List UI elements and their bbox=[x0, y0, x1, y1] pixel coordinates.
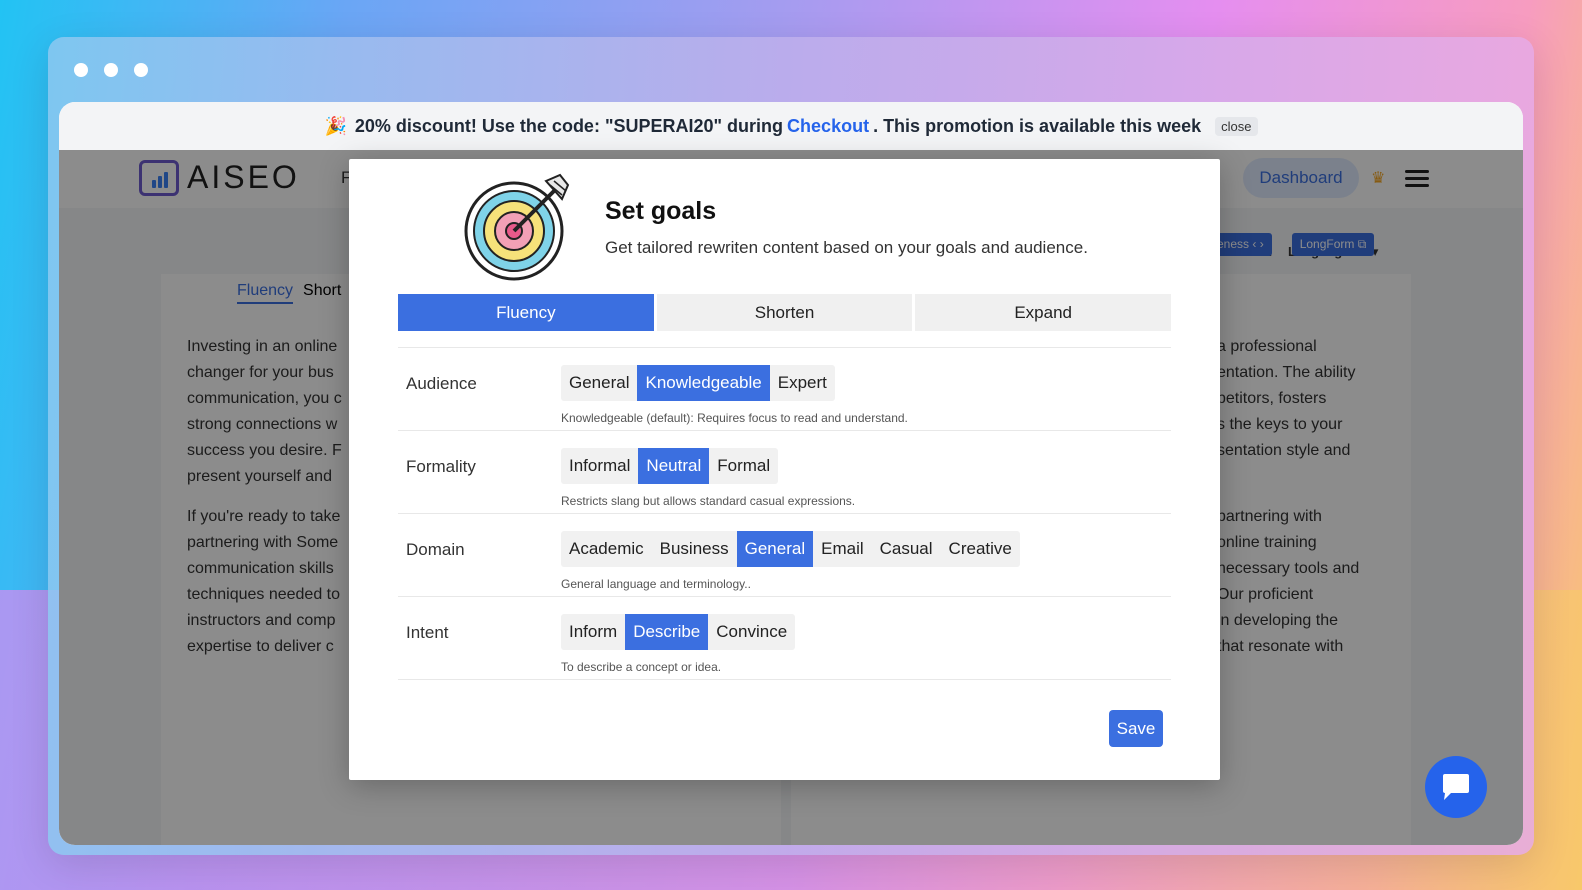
intent-label: Intent bbox=[406, 623, 449, 642]
window-dot-maximize[interactable] bbox=[134, 63, 148, 77]
window-dot-minimize[interactable] bbox=[104, 63, 118, 77]
intent-options: Inform Describe Convince bbox=[561, 614, 796, 650]
tab-shorten[interactable]: Shorten bbox=[656, 294, 913, 331]
formality-row: Formality Informal Neutral Formal Restri… bbox=[398, 430, 1171, 513]
domain-description: General language and terminology.. bbox=[561, 577, 751, 591]
formality-options: Informal Neutral Formal bbox=[561, 448, 779, 484]
party-popper-icon: 🎉 bbox=[324, 115, 347, 136]
window-dot-close[interactable] bbox=[74, 63, 88, 77]
audience-row: Audience General Knowledgeable Expert Kn… bbox=[398, 347, 1171, 430]
audience-label: Audience bbox=[406, 374, 477, 393]
intent-row: Intent Inform Describe Convince To descr… bbox=[398, 596, 1171, 680]
domain-option-casual[interactable]: Casual bbox=[872, 531, 941, 567]
set-goals-modal: Set goals Get tailored rewriten content … bbox=[349, 159, 1220, 780]
audience-option-knowledgeable[interactable]: Knowledgeable bbox=[637, 365, 770, 401]
chat-bubble-icon bbox=[1443, 774, 1469, 800]
tab-expand[interactable]: Expand bbox=[915, 294, 1172, 331]
audience-option-expert[interactable]: Expert bbox=[770, 365, 835, 401]
intent-option-convince[interactable]: Convince bbox=[708, 614, 795, 650]
intent-description: To describe a concept or idea. bbox=[561, 660, 722, 674]
formality-description: Restricts slang but allows standard casu… bbox=[561, 494, 856, 508]
domain-option-general[interactable]: General bbox=[736, 531, 814, 567]
audience-description: Knowledgeable (default): Requires focus … bbox=[561, 411, 908, 425]
formality-label: Formality bbox=[406, 457, 476, 476]
domain-option-creative[interactable]: Creative bbox=[941, 531, 1020, 567]
intent-option-inform[interactable]: Inform bbox=[561, 614, 625, 650]
domain-option-email[interactable]: Email bbox=[813, 531, 872, 567]
domain-option-business[interactable]: Business bbox=[652, 531, 737, 567]
goal-settings: Audience General Knowledgeable Expert Kn… bbox=[398, 347, 1171, 680]
save-button[interactable]: Save bbox=[1109, 710, 1163, 747]
target-arrow-icon bbox=[464, 173, 570, 281]
modal-title: Set goals bbox=[605, 197, 717, 225]
promo-close-button[interactable]: close bbox=[1215, 116, 1258, 136]
chat-button[interactable] bbox=[1425, 756, 1487, 818]
page-viewport: 🎉 20% discount! Use the code: "SUPERAI20… bbox=[59, 102, 1523, 845]
promo-banner: 🎉 20% discount! Use the code: "SUPERAI20… bbox=[59, 102, 1523, 150]
browser-window: 🎉 20% discount! Use the code: "SUPERAI20… bbox=[48, 37, 1534, 855]
domain-label: Domain bbox=[406, 540, 465, 559]
checkout-link[interactable]: Checkout bbox=[787, 116, 869, 137]
formality-option-neutral[interactable]: Neutral bbox=[638, 448, 710, 484]
promo-text-after: . This promotion is available this week bbox=[873, 115, 1202, 136]
tab-fluency[interactable]: Fluency bbox=[398, 294, 654, 331]
formality-option-formal[interactable]: Formal bbox=[709, 448, 778, 484]
promo-text-before: 20% discount! Use the code: "SUPERAI20" … bbox=[354, 115, 784, 136]
domain-row: Domain Academic Business General Email C… bbox=[398, 513, 1171, 596]
audience-option-general[interactable]: General bbox=[561, 365, 637, 401]
modal-subtitle: Get tailored rewriten content based on y… bbox=[605, 238, 1088, 257]
goal-tabs: Fluency Shorten Expand bbox=[398, 294, 1172, 331]
domain-options: Academic Business General Email Casual C… bbox=[561, 531, 1020, 567]
domain-option-academic[interactable]: Academic bbox=[561, 531, 652, 567]
intent-option-describe[interactable]: Describe bbox=[625, 614, 709, 650]
window-controls bbox=[74, 63, 148, 77]
formality-option-informal[interactable]: Informal bbox=[561, 448, 638, 484]
audience-options: General Knowledgeable Expert bbox=[561, 365, 835, 401]
